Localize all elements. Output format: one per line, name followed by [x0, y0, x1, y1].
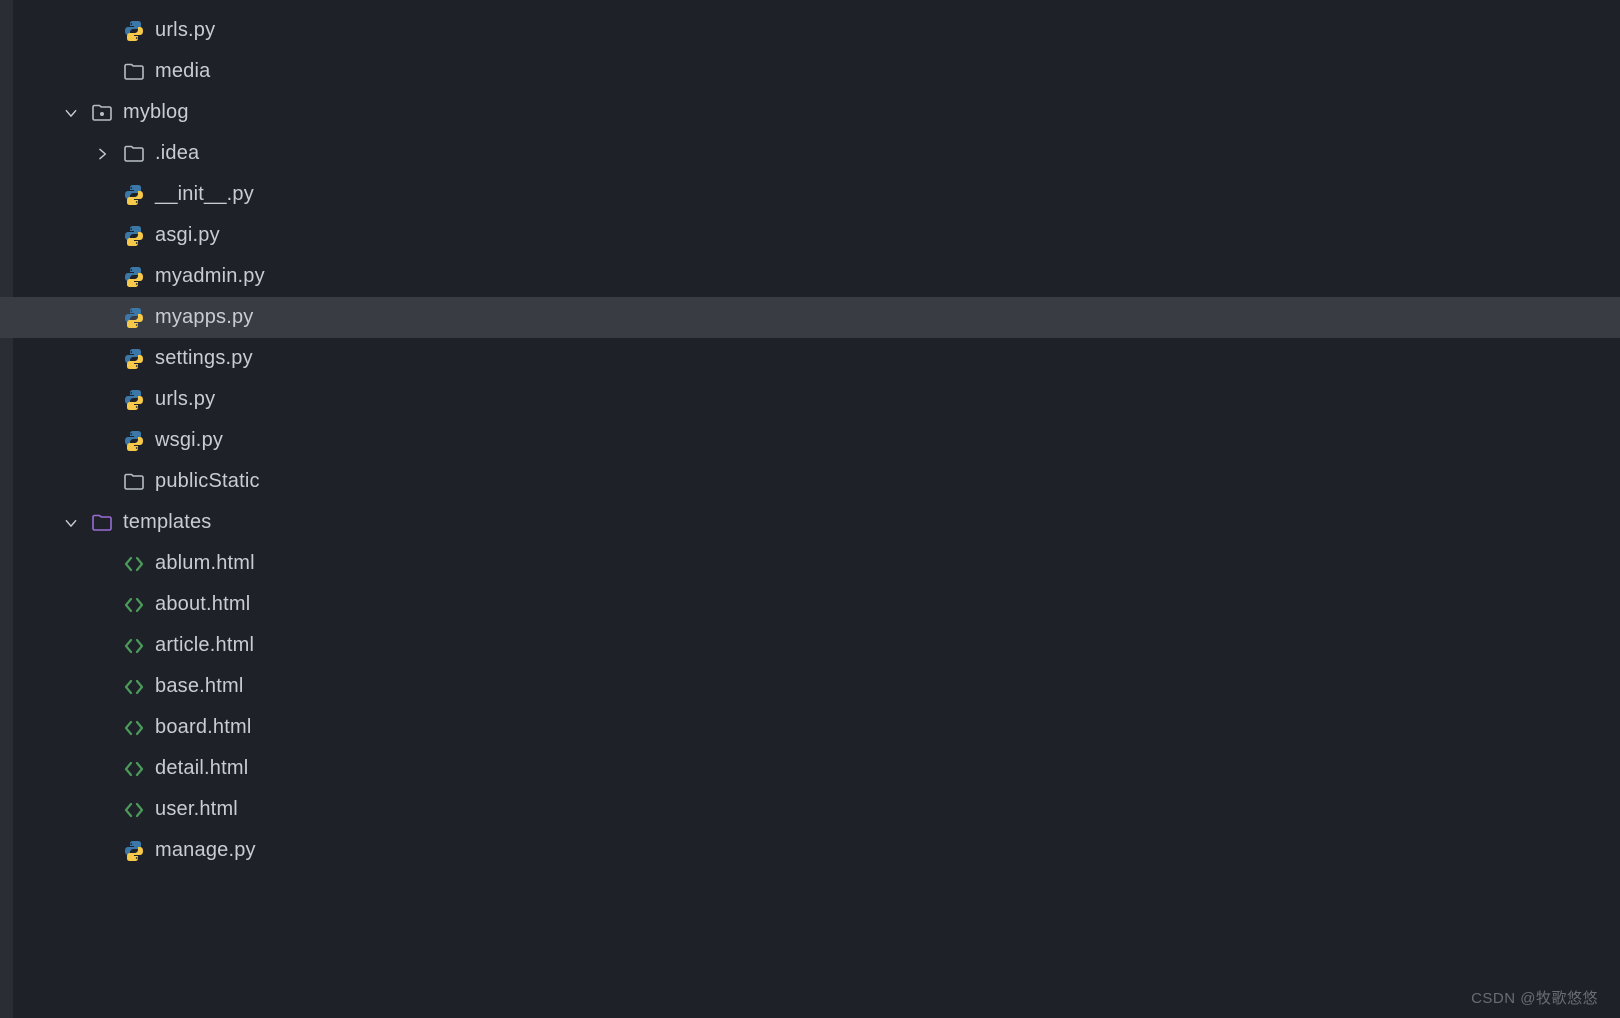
- tree-item[interactable]: urls.py: [0, 10, 1620, 51]
- tree-item-label: myapps.py: [155, 306, 254, 329]
- tree-item-label: myadmin.py: [155, 265, 265, 288]
- tree-item-label: article.html: [155, 634, 254, 657]
- tree-item-label: manage.py: [155, 839, 256, 862]
- python-icon: [123, 389, 145, 411]
- tree-item[interactable]: ablum.html: [0, 543, 1620, 584]
- python-icon: [123, 307, 145, 329]
- python-icon: [123, 348, 145, 370]
- tree-item-label: detail.html: [155, 757, 248, 780]
- html-icon: [123, 799, 145, 821]
- tree-item-label: wsgi.py: [155, 429, 223, 452]
- folder-dot-icon: [91, 102, 113, 124]
- tree-item-label: urls.py: [155, 388, 215, 411]
- python-icon: [123, 266, 145, 288]
- tree-item[interactable]: user.html: [0, 789, 1620, 830]
- tree-item[interactable]: templates: [0, 502, 1620, 543]
- project-tree[interactable]: urls.py media myblog .idea __init__.py asgi.p…: [0, 0, 1620, 871]
- python-icon: [123, 840, 145, 862]
- tree-item-label: templates: [123, 511, 212, 534]
- chevron-down-icon[interactable]: [63, 106, 79, 120]
- chevron-down-icon[interactable]: [63, 516, 79, 530]
- python-icon: [123, 184, 145, 206]
- html-icon: [123, 635, 145, 657]
- tree-item-label: user.html: [155, 798, 238, 821]
- tree-item-label: base.html: [155, 675, 244, 698]
- tree-item[interactable]: publicStatic: [0, 461, 1620, 502]
- html-icon: [123, 676, 145, 698]
- tree-item[interactable]: article.html: [0, 625, 1620, 666]
- tree-item[interactable]: wsgi.py: [0, 420, 1620, 461]
- tree-item-label: myblog: [123, 101, 189, 124]
- python-icon: [123, 225, 145, 247]
- tree-item[interactable]: .idea: [0, 133, 1620, 174]
- html-icon: [123, 758, 145, 780]
- python-icon: [123, 430, 145, 452]
- folder-tpl-icon: [91, 512, 113, 534]
- tree-item[interactable]: media: [0, 51, 1620, 92]
- tree-item-label: about.html: [155, 593, 250, 616]
- tree-item[interactable]: base.html: [0, 666, 1620, 707]
- tree-item[interactable]: board.html: [0, 707, 1620, 748]
- tree-item-label: __init__.py: [155, 183, 254, 206]
- tree-item[interactable]: settings.py: [0, 338, 1620, 379]
- tree-item-label: publicStatic: [155, 470, 260, 493]
- tree-item[interactable]: myapps.py: [0, 297, 1620, 338]
- folder-icon: [123, 61, 145, 83]
- tree-item[interactable]: asgi.py: [0, 215, 1620, 256]
- tree-item-label: ablum.html: [155, 552, 255, 575]
- python-icon: [123, 20, 145, 42]
- tree-item[interactable]: manage.py: [0, 830, 1620, 871]
- chevron-right-icon[interactable]: [95, 147, 111, 161]
- html-icon: [123, 717, 145, 739]
- watermark: CSDN @牧歌悠悠: [1471, 987, 1598, 1008]
- tree-item[interactable]: detail.html: [0, 748, 1620, 789]
- tree-item-label: settings.py: [155, 347, 253, 370]
- tree-item-label: .idea: [155, 142, 199, 165]
- folder-icon: [123, 143, 145, 165]
- html-icon: [123, 594, 145, 616]
- tree-item-label: urls.py: [155, 19, 215, 42]
- tree-item-label: asgi.py: [155, 224, 220, 247]
- folder-icon: [123, 471, 145, 493]
- tree-item[interactable]: myadmin.py: [0, 256, 1620, 297]
- tree-item[interactable]: urls.py: [0, 379, 1620, 420]
- tree-item[interactable]: about.html: [0, 584, 1620, 625]
- tree-item[interactable]: myblog: [0, 92, 1620, 133]
- html-icon: [123, 553, 145, 575]
- tree-item[interactable]: __init__.py: [0, 174, 1620, 215]
- tree-item-label: media: [155, 60, 210, 83]
- tree-item-label: board.html: [155, 716, 252, 739]
